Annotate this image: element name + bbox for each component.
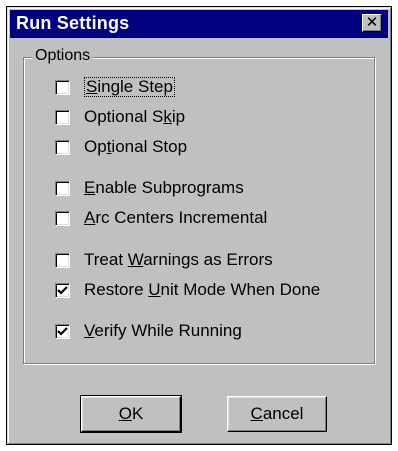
checkmark-icon (57, 285, 68, 295)
optional-stop-checkbox[interactable]: Optional Stop (55, 136, 187, 158)
treat-warnings-as-errors-checkbox[interactable]: Treat Warnings as Errors (55, 249, 273, 271)
checkbox-label: Treat Warnings as Errors (84, 250, 273, 269)
checkbox-label: Arc Centers Incremental (84, 208, 268, 227)
checkbox-box[interactable] (55, 252, 70, 268)
checkmark-icon (57, 326, 68, 336)
arc-centers-incremental-checkbox[interactable]: Arc Centers Incremental (55, 207, 267, 229)
title-bar[interactable]: Run Settings ✕ (10, 10, 388, 38)
ok-button-label: OK (118, 404, 144, 423)
checkbox-box[interactable] (55, 323, 70, 339)
checkbox-box[interactable] (55, 282, 70, 298)
optional-skip-checkbox[interactable]: Optional Skip (55, 106, 185, 128)
checkbox-box[interactable] (55, 79, 70, 95)
checkbox-label: Enable Subprograms (84, 178, 244, 197)
close-icon: ✕ (365, 14, 379, 31)
checkbox-box[interactable] (55, 139, 70, 155)
checkbox-label: Single Step (86, 77, 173, 96)
options-group-label: Options (32, 47, 94, 65)
cancel-button-label: Cancel (250, 404, 304, 423)
single-step-checkbox[interactable]: Single Step (55, 76, 175, 98)
run-settings-dialog: Run Settings ✕ Options Single Step Optio… (6, 6, 392, 445)
checkbox-box[interactable] (55, 180, 70, 196)
verify-while-running-checkbox[interactable]: Verify While Running (55, 320, 242, 342)
checkbox-box[interactable] (55, 109, 70, 125)
ok-button[interactable]: OK (80, 395, 182, 433)
close-button[interactable]: ✕ (362, 14, 382, 32)
checkbox-label: Verify While Running (84, 321, 242, 340)
window-title: Run Settings (16, 13, 130, 33)
enable-subprograms-checkbox[interactable]: Enable Subprograms (55, 177, 244, 199)
checkbox-label: Optional Stop (84, 137, 188, 156)
cancel-button[interactable]: Cancel (227, 396, 327, 432)
checkbox-label: Optional Skip (84, 107, 186, 126)
restore-unit-mode-checkbox[interactable]: Restore Unit Mode When Done (55, 279, 320, 301)
checkbox-box[interactable] (55, 210, 70, 226)
checkbox-label: Restore Unit Mode When Done (84, 280, 321, 299)
